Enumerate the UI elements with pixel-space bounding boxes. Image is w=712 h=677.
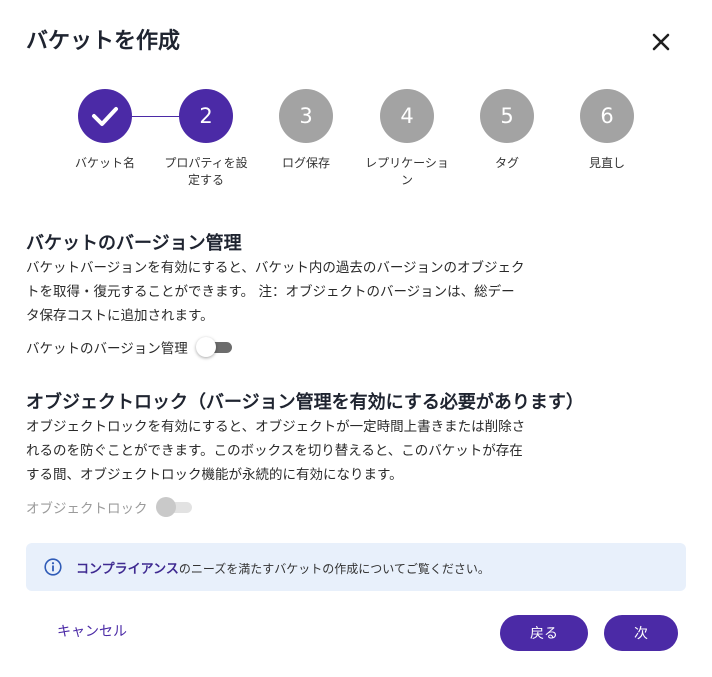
versioning-title: バケットのバージョン管理 [26,233,242,254]
step-circle: 6 [580,89,634,143]
step-bucket-name[interactable]: バケット名 [57,89,153,172]
toggle-thumb [195,337,216,357]
step-replication[interactable]: 4 レプリケーション [359,89,455,189]
versioning-toggle-row: バケットのバージョン管理 [26,335,234,359]
back-button[interactable]: 戻る [500,615,588,651]
info-icon [44,558,62,576]
step-circle: 3 [279,89,333,143]
step-label: タグ [494,156,519,170]
create-bucket-dialog: バケットを作成 バケット名 2 プロパティを設定する 3 ログ保存 4 レプリケ [0,0,712,677]
compliance-link[interactable]: コンプライアンス [76,562,179,577]
object-lock-toggle[interactable] [155,495,194,519]
info-text: のニーズを満たすバケットの作成についてご覧ください。 [178,561,490,576]
versioning-description: バケットバージョンを有効にすると、バケット内の過去のバージョンのオブジェクトを取… [26,260,525,324]
object-lock-description: オブジェクトロックを有効にすると、オブジェクトが一定時間上書きまたは削除されるの… [26,419,526,483]
step-properties[interactable]: 2 プロパティを設定する [158,89,254,189]
step-review[interactable]: 6 見直し [559,89,655,172]
object-lock-toggle-row: オブジェクトロック [26,495,194,519]
step-circle [78,89,132,143]
cancel-button[interactable]: キャンセル [57,620,127,644]
versioning-toggle[interactable] [195,335,234,359]
check-icon [92,107,118,126]
step-label: ログ保存 [281,156,330,170]
object-lock-toggle-label: オブジェクトロック [26,501,148,517]
object-lock-title: オブジェクトロック（バージョン管理を有効にする必要があります） [26,392,584,413]
step-circle: 2 [179,89,233,143]
versioning-toggle-label: バケットのバージョン管理 [26,341,188,357]
step-circle: 4 [380,89,434,143]
step-label: 見直し [588,156,625,170]
step-label: プロパティを設定する [164,156,248,187]
toggle-thumb [155,497,176,517]
step-label: バケット名 [74,156,135,170]
step-circle: 5 [480,89,534,143]
compliance-info-banner: コンプライアンスのニーズを満たすバケットの作成についてご覧ください。 [26,543,686,591]
step-logging[interactable]: 3 ログ保存 [258,89,354,172]
next-button[interactable]: 次 [604,615,678,651]
step-label: レプリケーション [365,156,449,187]
stepper: バケット名 2 プロパティを設定する 3 ログ保存 4 レプリケーション 5 タ… [0,0,712,200]
step-tags[interactable]: 5 タグ [459,89,555,172]
info-text-container: コンプライアンスのニーズを満たすバケットの作成についてご覧ください。 [76,558,490,577]
